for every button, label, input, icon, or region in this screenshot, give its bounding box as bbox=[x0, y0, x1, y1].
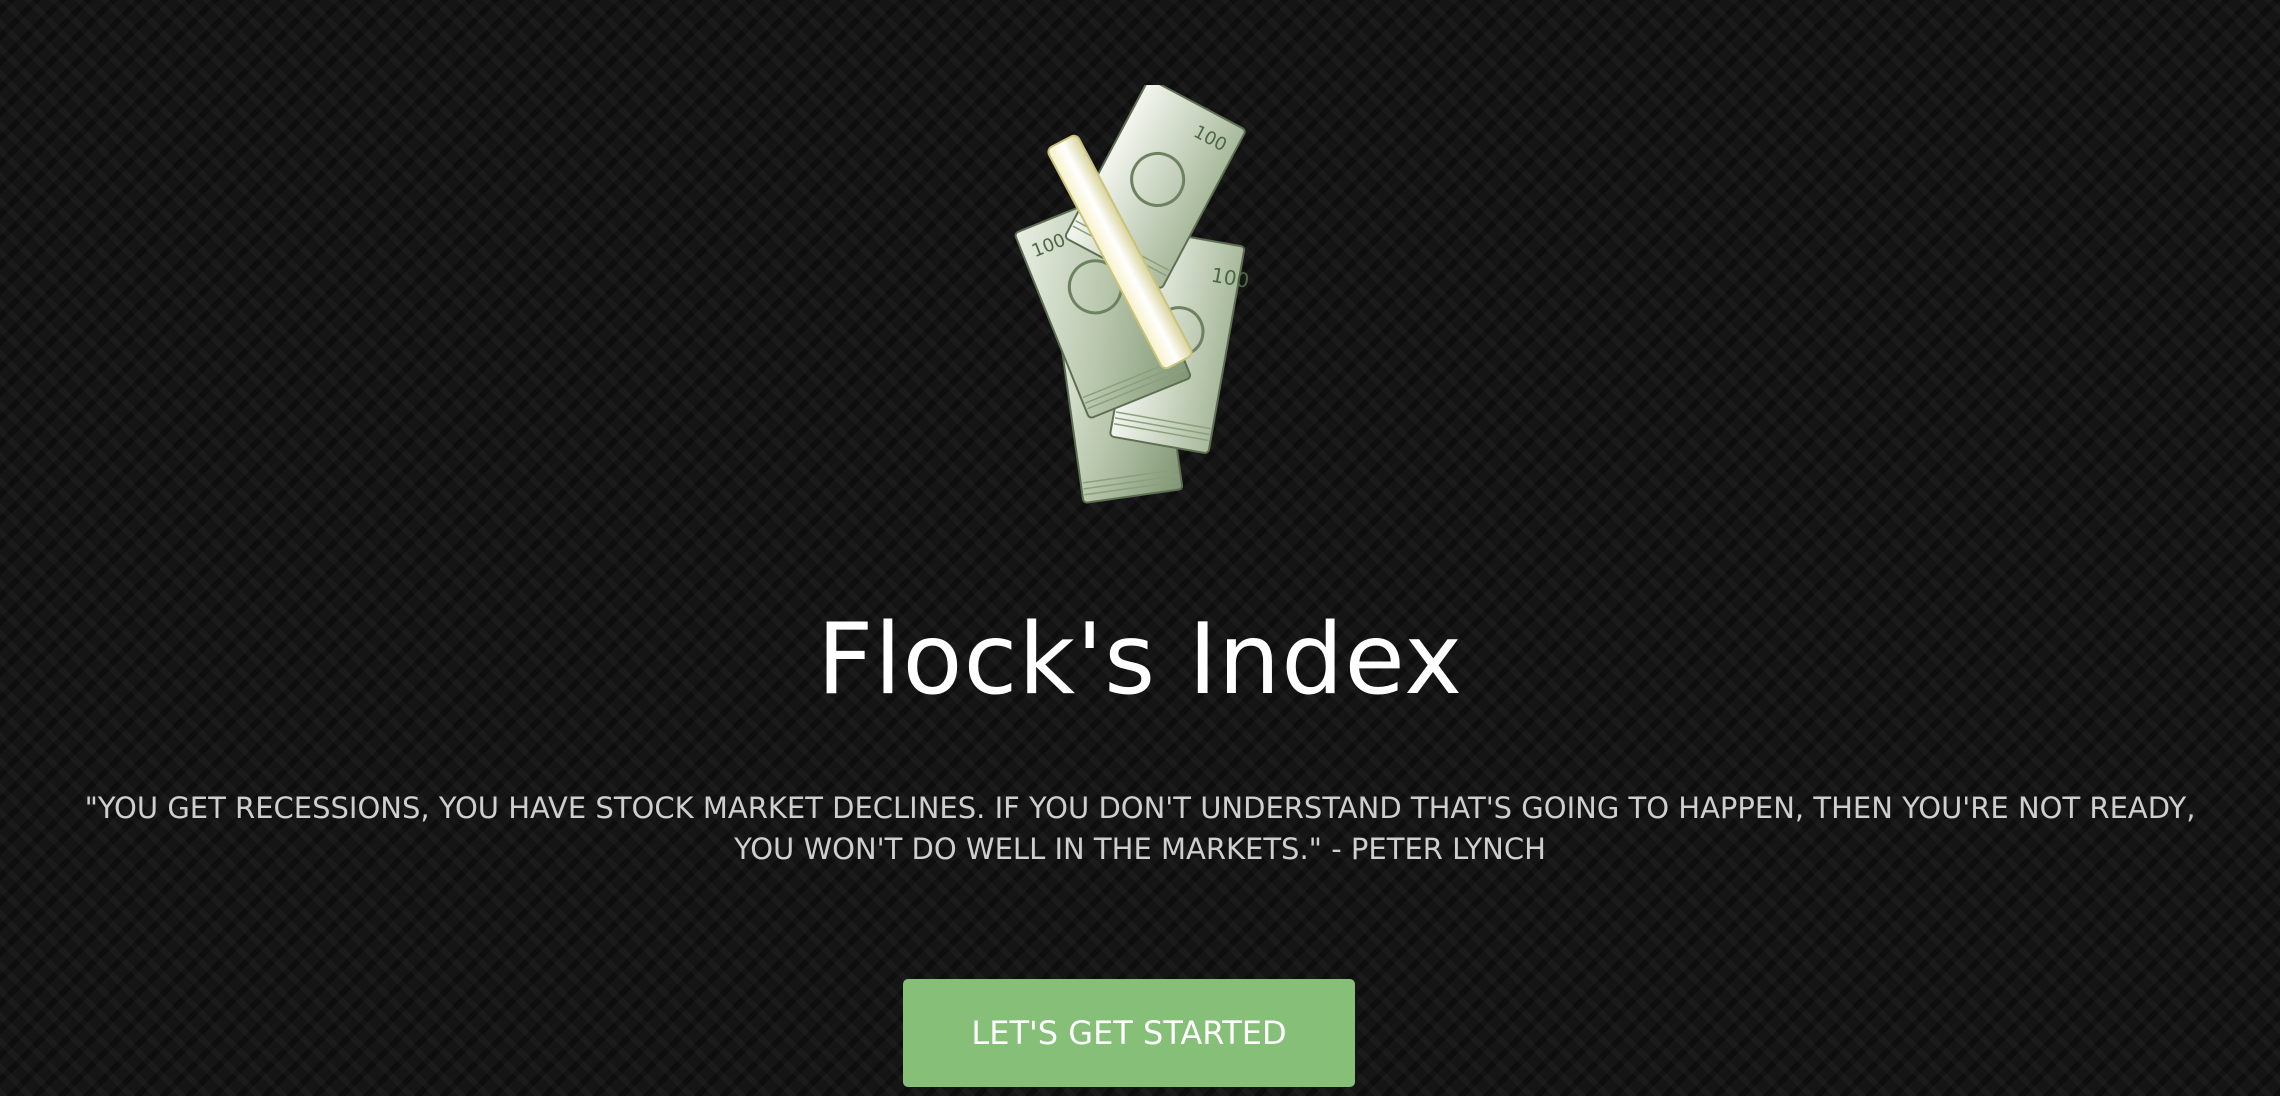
get-started-button[interactable]: LET'S GET STARTED bbox=[903, 979, 1355, 1087]
hero-quote: "YOU GET RECESSIONS, YOU HAVE STOCK MARK… bbox=[84, 791, 2196, 866]
hero-section: 100 100 100 Flock's Index "YOU GET RECES… bbox=[0, 0, 2280, 1096]
page-title: Flock's Index bbox=[816, 603, 1464, 717]
money-stack-icon: 100 100 100 bbox=[1014, 85, 1250, 504]
